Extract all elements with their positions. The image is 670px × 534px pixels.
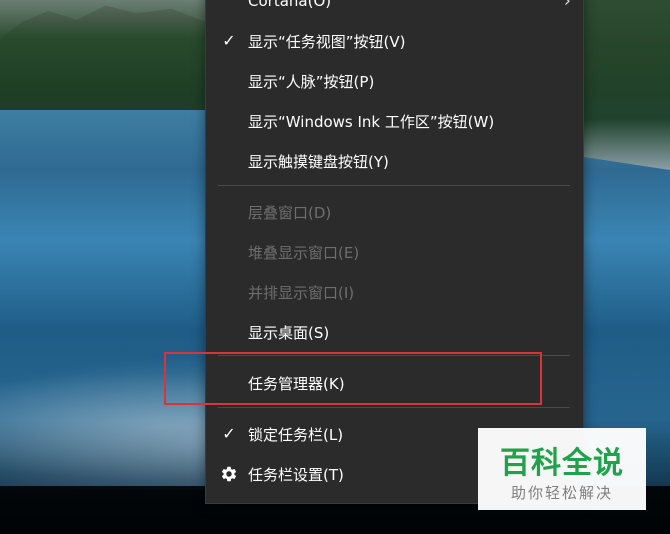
watermark-title: 百科全说: [500, 447, 624, 480]
menu-item-label: 任务栏设置(T): [248, 465, 344, 484]
menu-item-cortana[interactable]: Cortana(O) ›: [206, 0, 583, 21]
watermark-subtitle: 助你轻松解决: [510, 484, 613, 502]
menu-item-stack-windows: 堆叠显示窗口(E): [206, 232, 583, 272]
checkmark-icon: ✓: [222, 424, 236, 443]
menu-item-label: 显示“任务视图”按钮(V): [248, 32, 406, 51]
menu-separator: [218, 407, 570, 408]
menu-item-label: 显示触摸键盘按钮(Y): [248, 152, 389, 171]
menu-item-label: 锁定任务栏(L): [248, 425, 344, 444]
menu-item-label: 并排显示窗口(I): [248, 283, 355, 302]
menu-separator: [218, 185, 570, 186]
menu-item-show-touch-keyboard-button[interactable]: 显示触摸键盘按钮(Y): [206, 141, 583, 181]
menu-item-label: 显示桌面(S): [248, 323, 330, 342]
baike-watermark: 百科全说 助你轻松解决: [478, 428, 646, 510]
menu-item-cascade-windows: 层叠窗口(D): [206, 192, 583, 232]
menu-item-label: 层叠窗口(D): [248, 203, 332, 222]
menu-item-show-people-button[interactable]: 显示“人脉”按钮(P): [206, 61, 583, 101]
menu-item-show-windows-ink-button[interactable]: 显示“Windows Ink 工作区”按钮(W): [206, 101, 583, 141]
menu-item-label: 堆叠显示窗口(E): [248, 243, 360, 262]
menu-item-side-by-side-windows: 并排显示窗口(I): [206, 272, 583, 312]
menu-item-label: Cortana(O): [248, 0, 332, 10]
menu-item-label: 显示“人脉”按钮(P): [248, 72, 375, 91]
gear-icon: [222, 466, 237, 482]
menu-item-show-task-view-button[interactable]: ✓ 显示“任务视图”按钮(V): [206, 21, 583, 61]
menu-item-show-desktop[interactable]: 显示桌面(S): [206, 312, 583, 352]
chevron-right-icon: ›: [563, 0, 571, 12]
menu-item-label: 显示“Windows Ink 工作区”按钮(W): [248, 112, 495, 131]
wallpaper-forest-right: [580, 0, 670, 170]
checkmark-icon: ✓: [222, 31, 236, 50]
task-manager-highlight-box: [164, 352, 542, 405]
